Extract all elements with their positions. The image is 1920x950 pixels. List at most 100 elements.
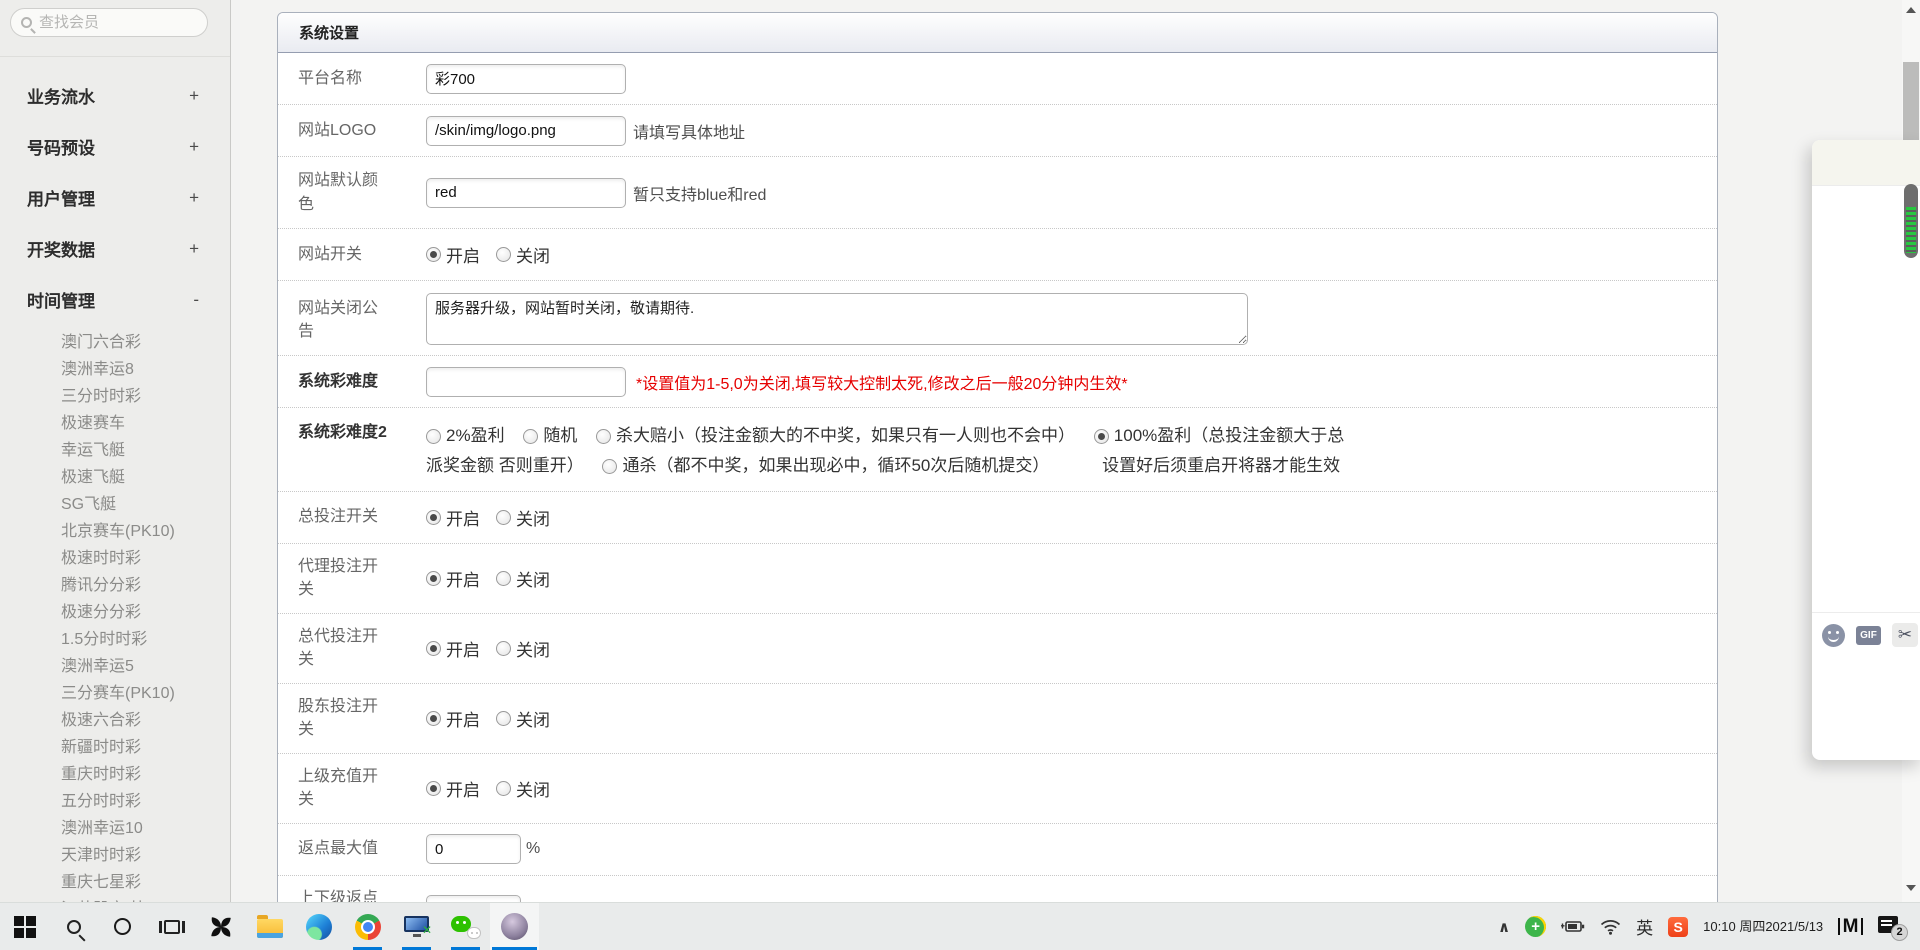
sidebar-lottery-item[interactable]: 澳洲幸运5 <box>61 653 231 680</box>
antivirus-tray-icon[interactable]: + <box>1525 916 1546 937</box>
radio-option-off[interactable]: 关闭 <box>496 566 550 591</box>
sidebar-lottery-item[interactable]: SG飞艇 <box>61 491 231 518</box>
sidebar-lottery-item[interactable]: 澳洲幸运8 <box>61 356 231 383</box>
radio-off-icon[interactable] <box>496 641 511 656</box>
radio-option-kill-all[interactable]: 通杀（都不中奖，如果出现必中，循环50次后随机提交） <box>602 456 1049 475</box>
radio-icon[interactable] <box>523 429 538 444</box>
sidebar-lottery-item[interactable]: 三分时时彩 <box>61 383 231 410</box>
radio-icon[interactable] <box>426 429 441 444</box>
wechat-button[interactable] <box>441 903 490 950</box>
file-explorer-button[interactable] <box>245 903 294 950</box>
radio-off-icon[interactable] <box>496 247 511 262</box>
sidebar-item-time-management[interactable]: 时间管理 - <box>0 274 231 325</box>
default-color-input[interactable] <box>426 178 626 208</box>
radio-option-off[interactable]: 关闭 <box>496 776 550 801</box>
expand-plus-icon[interactable]: + <box>189 86 199 106</box>
active-app-button[interactable] <box>490 903 539 950</box>
member-search-box[interactable] <box>10 8 208 37</box>
sidebar-lottery-item[interactable]: 极速赛车 <box>61 410 231 437</box>
sidebar-item-number-preset[interactable]: 号码预设 + <box>0 121 231 172</box>
task-view-button[interactable] <box>147 903 196 950</box>
edge-button[interactable] <box>294 903 343 950</box>
radio-option-on[interactable]: 开启 <box>426 636 480 661</box>
pinwheel-app-button[interactable] <box>196 903 245 950</box>
expand-plus-icon[interactable]: + <box>189 239 199 259</box>
sidebar-lottery-item[interactable]: 澳洲幸运10 <box>61 815 231 842</box>
radio-option-on[interactable]: 开启 <box>426 706 480 731</box>
radio-option-off[interactable]: 关闭 <box>496 706 550 731</box>
close-notice-textarea[interactable]: 服务器升级，网站暂时关闭，敬请期待. <box>426 293 1248 345</box>
notification-center-button[interactable]: 2 <box>1878 915 1904 939</box>
m-app-tray-icon[interactable]: M <box>1838 918 1863 935</box>
radio-on-icon[interactable] <box>426 247 441 262</box>
radio-icon[interactable] <box>602 459 617 474</box>
sidebar-lottery-item[interactable]: 北京赛车(PK10) <box>61 518 231 545</box>
sidebar-lottery-item[interactable]: 重庆时时彩 <box>61 761 231 788</box>
radio-option-random[interactable]: 随机 <box>523 426 577 445</box>
radio-on-icon[interactable] <box>426 781 441 796</box>
radio-on-icon[interactable] <box>426 641 441 656</box>
radio-option-2percent[interactable]: 2%盈利 <box>426 426 505 445</box>
expand-plus-icon[interactable]: + <box>189 137 199 157</box>
radio-off-icon[interactable] <box>496 510 511 525</box>
radio-option-on[interactable]: 开启 <box>426 776 480 801</box>
radio-option-on[interactable]: 开启 <box>426 505 480 530</box>
sidebar-lottery-item[interactable]: 腾讯分分彩 <box>61 572 231 599</box>
radio-icon[interactable] <box>1094 429 1109 444</box>
start-button[interactable] <box>0 903 49 950</box>
taskbar-search-button[interactable] <box>49 903 98 950</box>
sidebar-item-user-management[interactable]: 用户管理 + <box>0 172 231 223</box>
sogou-input-icon[interactable]: S <box>1668 917 1688 937</box>
radio-option-on[interactable]: 开启 <box>426 566 480 591</box>
radio-option-on[interactable]: 开启 <box>426 242 480 267</box>
member-search-input[interactable] <box>39 14 189 31</box>
rebate-diff-input[interactable] <box>426 895 521 902</box>
sidebar-lottery-item[interactable]: 重庆七星彩 <box>61 869 231 896</box>
sidebar-lottery-item[interactable]: 天津时时彩 <box>61 842 231 869</box>
radio-off-icon[interactable] <box>496 781 511 796</box>
radio-option-off[interactable]: 关闭 <box>496 505 550 530</box>
radio-off-icon[interactable] <box>496 711 511 726</box>
site-logo-input[interactable] <box>426 116 626 146</box>
taskbar-clock[interactable]: 10:10 周四 2021/5/13 <box>1703 918 1823 936</box>
radio-option-off[interactable]: 关闭 <box>496 636 550 661</box>
sidebar-lottery-item[interactable]: 极速时时彩 <box>61 545 231 572</box>
collapse-minus-icon[interactable]: - <box>193 290 199 310</box>
radio-option-off[interactable]: 关闭 <box>496 242 550 267</box>
cortana-button[interactable] <box>98 903 147 950</box>
sidebar-lottery-item[interactable]: 极速分分彩 <box>61 599 231 626</box>
radio-icon[interactable] <box>596 429 611 444</box>
sidebar-item-draw-data[interactable]: 开奖数据 + <box>0 223 231 274</box>
platform-name-input[interactable] <box>426 64 626 94</box>
wifi-icon[interactable] <box>1600 918 1621 935</box>
rebate-max-input[interactable] <box>426 834 521 864</box>
emoji-icon[interactable] <box>1822 624 1845 647</box>
scrollbar-thumb[interactable] <box>1903 62 1919 144</box>
difficulty-input[interactable] <box>426 367 626 397</box>
radio-on-icon[interactable] <box>426 510 441 525</box>
sidebar-lottery-item[interactable]: 新疆时时彩 <box>61 734 231 761</box>
expand-plus-icon[interactable]: + <box>189 188 199 208</box>
scissors-icon[interactable]: ✂ <box>1892 623 1918 647</box>
tray-chevron-up-icon[interactable]: ∧ <box>1498 918 1510 936</box>
radio-on-icon[interactable] <box>426 711 441 726</box>
remote-desktop-button[interactable]: ✕ <box>392 903 441 950</box>
chrome-button[interactable] <box>343 903 392 950</box>
gif-icon[interactable]: GIF <box>1856 626 1881 645</box>
sidebar-lottery-item[interactable]: 极速六合彩 <box>61 707 231 734</box>
radio-off-icon[interactable] <box>496 571 511 586</box>
battery-icon[interactable] <box>1561 919 1585 934</box>
sidebar-lottery-item[interactable]: 五分时时彩 <box>61 788 231 815</box>
sidebar-lottery-item[interactable]: 三分赛车(PK10) <box>61 680 231 707</box>
sidebar-lottery-item[interactable]: 幸运飞艇 <box>61 437 231 464</box>
sidebar-lottery-item[interactable]: 澳门六合彩 <box>61 329 231 356</box>
sidebar-item-business-flow[interactable]: 业务流水 + <box>0 70 231 121</box>
scrollbar-up-button[interactable] <box>1902 2 1920 18</box>
sidebar-lottery-item[interactable]: 1.5分时时彩 <box>61 626 231 653</box>
chat-overlay-window[interactable]: GIF ✂ <box>1812 140 1920 760</box>
radio-option-kill-big[interactable]: 杀大赔小（投注金额大的不中奖，如果只有一人则也不会中） <box>596 426 1075 445</box>
ime-language-indicator[interactable]: 英 <box>1636 914 1653 939</box>
radio-on-icon[interactable] <box>426 571 441 586</box>
sidebar-lottery-item[interactable]: 极速飞艇 <box>61 464 231 491</box>
scrollbar-down-button[interactable] <box>1902 880 1920 896</box>
